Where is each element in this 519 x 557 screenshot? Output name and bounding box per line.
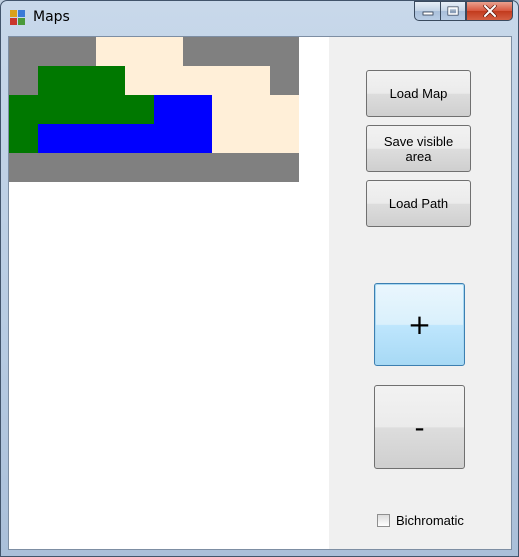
map-cell-gray <box>67 153 96 182</box>
map-cell-gray <box>270 37 299 66</box>
maximize-icon <box>447 6 459 16</box>
map-cell-gray <box>241 37 270 66</box>
map-view[interactable] <box>9 37 299 182</box>
window-title: Maps <box>33 9 70 25</box>
bichromatic-option[interactable]: Bichromatic <box>377 513 464 528</box>
load-map-button[interactable]: Load Map <box>366 70 471 117</box>
map-cell-gray <box>241 153 270 182</box>
maximize-button[interactable] <box>440 1 466 21</box>
map-cell-green <box>38 66 67 95</box>
map-cell-sand <box>270 95 299 124</box>
map-cell-green <box>67 66 96 95</box>
map-cell-gray <box>270 66 299 95</box>
map-cell-blue <box>96 124 125 153</box>
main-window: Maps Load Map Save visible area Load Pat… <box>0 0 519 557</box>
map-cell-blue <box>154 124 183 153</box>
bichromatic-checkbox[interactable] <box>377 514 390 527</box>
map-cell-sand <box>212 95 241 124</box>
map-cell-sand <box>212 124 241 153</box>
map-cell-gray <box>270 153 299 182</box>
map-cell-blue <box>125 124 154 153</box>
map-cell-gray <box>183 153 212 182</box>
map-cell-sand <box>241 95 270 124</box>
map-cell-sand <box>270 124 299 153</box>
map-cell-blue <box>183 124 212 153</box>
minimize-button[interactable] <box>414 1 440 21</box>
map-cell-sand <box>241 66 270 95</box>
map-cell-sand <box>154 37 183 66</box>
close-icon <box>482 5 497 17</box>
app-window-icon <box>10 10 26 26</box>
close-button[interactable] <box>466 1 513 21</box>
map-cell-sand <box>241 124 270 153</box>
map-cell-sand <box>96 37 125 66</box>
map-cell-sand <box>154 66 183 95</box>
control-panel: Load Map Save visible area Load Path + -… <box>329 37 511 549</box>
zoom-out-button[interactable]: - <box>374 385 465 469</box>
minimize-icon <box>422 11 433 16</box>
map-cell-sand <box>183 66 212 95</box>
map-cell-gray <box>9 66 38 95</box>
map-cell-green <box>9 124 38 153</box>
map-cell-green <box>9 95 38 124</box>
map-cell-blue <box>183 95 212 124</box>
map-cell-gray <box>9 153 38 182</box>
map-cell-green <box>125 95 154 124</box>
map-cell-blue <box>38 124 67 153</box>
map-cell-gray <box>125 153 154 182</box>
map-cell-gray <box>9 37 38 66</box>
map-cell-gray <box>67 37 96 66</box>
map-cell-green <box>67 95 96 124</box>
caption-buttons <box>414 1 513 22</box>
map-cell-sand <box>125 66 154 95</box>
save-visible-area-button[interactable]: Save visible area <box>366 125 471 172</box>
map-cell-gray <box>96 153 125 182</box>
title-bar[interactable]: Maps <box>1 1 518 31</box>
client-area: Load Map Save visible area Load Path + -… <box>8 36 512 550</box>
map-cell-sand <box>125 37 154 66</box>
map-cell-blue <box>154 95 183 124</box>
map-panel[interactable] <box>9 37 329 549</box>
map-cell-sand <box>212 66 241 95</box>
map-cell-green <box>38 95 67 124</box>
map-cell-gray <box>38 153 67 182</box>
load-path-button[interactable]: Load Path <box>366 180 471 227</box>
map-cell-gray <box>212 153 241 182</box>
map-cell-green <box>96 95 125 124</box>
map-cell-gray <box>154 153 183 182</box>
bichromatic-label[interactable]: Bichromatic <box>396 513 464 528</box>
map-cell-green <box>96 66 125 95</box>
map-cell-blue <box>67 124 96 153</box>
map-cell-gray <box>212 37 241 66</box>
map-cell-gray <box>183 37 212 66</box>
zoom-in-button[interactable]: + <box>374 283 465 366</box>
map-cell-gray <box>38 37 67 66</box>
